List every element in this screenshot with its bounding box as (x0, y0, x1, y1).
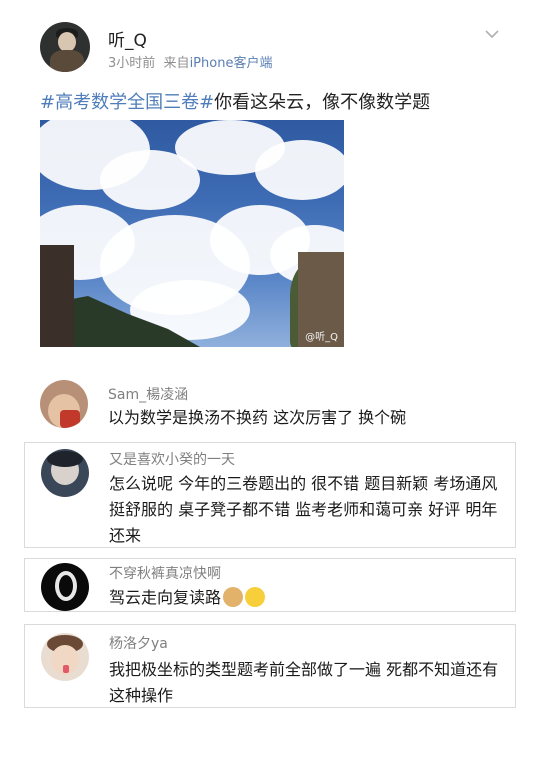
post-source[interactable]: iPhone客户端 (190, 56, 273, 71)
image-watermark: @听_Q (305, 332, 338, 343)
comment-avatar[interactable] (41, 563, 89, 611)
comment-author[interactable]: 杨洛夕ya (109, 633, 168, 653)
comment-avatar[interactable] (41, 633, 89, 681)
post-meta: 3小时前 来自iPhone客户端 (108, 52, 272, 71)
smile-emoji (245, 587, 266, 607)
comment-avatar[interactable] (41, 449, 89, 497)
post-username[interactable]: 听_Q (108, 26, 147, 51)
comment-card: Sam_楊凌涵 以为数学是换汤不换药 这次厉害了 换个碗 (24, 372, 516, 438)
building (40, 245, 74, 347)
comment-text: 怎么说呢 今年的三卷题出的 很不错 题目新颖 考场通风挺舒服的 桌子凳子都不错 … (109, 474, 498, 545)
comment-card: 不穿秋裤真凉快啊 驾云走向复读路 (24, 558, 516, 612)
weibo-post: 听_Q 3小时前 来自iPhone客户端 #高考数学全国三卷#你看这朵云，像不像… (0, 0, 540, 360)
comment-author[interactable]: 不穿秋裤真凉快啊 (109, 563, 221, 583)
comment-author[interactable]: Sam_楊凌涵 (108, 384, 188, 404)
post-body: 你看这朵云，像不像数学题 (214, 92, 431, 113)
post-text: #高考数学全国三卷#你看这朵云，像不像数学题 (40, 88, 430, 114)
post-author-avatar[interactable] (40, 22, 90, 72)
cloud (255, 140, 344, 200)
chevron-down-icon[interactable] (484, 26, 500, 42)
avatar-body (50, 50, 84, 72)
comment-card: 又是喜欢小癸的一天 怎么说呢 今年的三卷题出的 很不错 题目新颖 考场通风挺舒服… (24, 442, 516, 548)
post-image[interactable]: @听_Q (40, 120, 344, 347)
post-hashtag[interactable]: #高考数学全国三卷# (40, 92, 214, 113)
comment-author[interactable]: 又是喜欢小癸的一天 (109, 449, 235, 469)
comment-text: 驾云走向复读路 (109, 585, 509, 611)
post-time: 3小时前 (108, 56, 156, 71)
avatar-face (58, 32, 76, 52)
comment-avatar[interactable] (40, 380, 88, 428)
comment-text: 我把极坐标的类型题考前全部做了一遍 死都不知道还有这种操作 (109, 660, 499, 705)
comment-body: 驾云走向复读路 (109, 588, 222, 607)
comment-card: 杨洛夕ya 我把极坐标的类型题考前全部做了一遍 死都不知道还有这种操作 (24, 624, 516, 708)
doge-emoji (223, 587, 244, 607)
post-source-prefix: 来自 (163, 56, 190, 71)
comment-text: 以为数学是换汤不换药 这次厉害了 换个碗 (108, 408, 407, 427)
